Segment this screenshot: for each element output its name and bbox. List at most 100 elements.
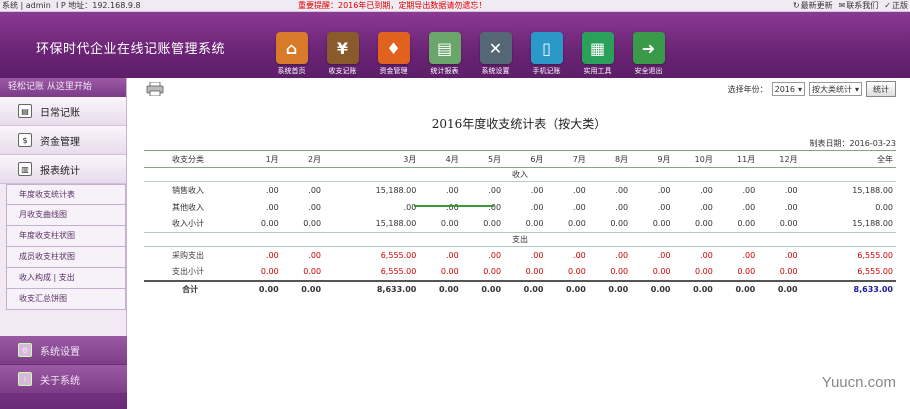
table-cell: 0.00	[546, 263, 589, 281]
table-cell: .00	[742, 250, 756, 260]
table-cell: 0.00	[504, 279, 547, 298]
table-cell: 0.00	[673, 263, 716, 281]
notebook-icon: ▤	[18, 104, 32, 118]
report-date: 制表日期：2016-03-23	[809, 139, 897, 148]
table-cell: .00	[573, 202, 586, 212]
sidebar-report-monthly-curve[interactable]: 月收支曲线图	[6, 205, 126, 226]
table-cell: .00	[700, 202, 713, 212]
table-cell: 0.00	[281, 215, 325, 233]
report-icon: ▥	[18, 162, 32, 176]
user-info: 系统 | admin I P 地址：192.168.9.8	[2, 1, 141, 10]
nav-item-4[interactable]: ✕ 系统设置	[470, 32, 521, 76]
report-toolbar: 选择年份： 2016 ▾ 按大类统计 ▾ 统计	[728, 81, 896, 97]
sidebar-report-annual[interactable]: 年度收支统计表	[6, 184, 126, 205]
table-cell: 0.00	[588, 263, 632, 281]
nav-item-5[interactable]: ▯ 手机记账	[521, 32, 572, 76]
app-header: 环保时代企业在线记账管理系统 ⌂ 系统首页 ¥ 收支记账 ♦ 资金管理 ▤ 统计报表 ✕ 系统设置…	[0, 12, 910, 78]
table-cell: 15,188.00	[324, 215, 420, 233]
column-header: 11月	[715, 150, 759, 168]
top-link-update[interactable]: ↻ 最新更新	[793, 0, 833, 12]
row-label: 采购支出	[172, 250, 204, 260]
table-cell: 0.00	[673, 279, 716, 298]
sidebar-report-annual-bar[interactable]: 年度收支柱状图	[6, 226, 126, 247]
row-label: 其他收入	[172, 202, 204, 212]
table-cell: .00	[308, 202, 322, 212]
phone-icon: ▯	[530, 32, 563, 64]
settings-icon: ⚙	[18, 343, 32, 357]
nav-item-7[interactable]: ➜ 安全退出	[623, 32, 674, 76]
group-label: 收入	[144, 167, 896, 182]
stat-button[interactable]: 统计	[866, 81, 896, 97]
calculator-icon: ▦	[581, 32, 614, 64]
table-cell: 15,188.00	[800, 215, 896, 233]
printer-icon[interactable]	[146, 82, 164, 96]
sidebar-report-statistics[interactable]: ▥ 报表统计	[0, 155, 126, 184]
sidebar-daily-accounting[interactable]: ▤ 日常记账	[0, 97, 126, 126]
sidebar-fund-management[interactable]: $ 资金管理	[0, 126, 126, 155]
column-header: 7月	[546, 150, 589, 168]
table-cell: 0.00	[673, 215, 716, 233]
watermark: Yuucn.com	[821, 374, 896, 391]
column-header: 10月	[673, 150, 716, 168]
table-cell: 15,188.00	[375, 185, 417, 195]
table-cell: 8,633.00	[800, 279, 896, 298]
table-cell: .00	[700, 250, 713, 260]
table-cell: .00	[488, 202, 502, 212]
mail-icon: ✉	[838, 1, 846, 10]
group-label: 支出	[144, 232, 896, 247]
table-cell: .00	[700, 185, 713, 195]
nav-item-1[interactable]: ¥ 收支记账	[317, 32, 368, 76]
table-cell: 0.00	[758, 215, 801, 233]
sidebar-report-pie[interactable]: 收支汇总饼图	[6, 289, 126, 310]
table-row: 销售收入 .00 .00 15,188.00 .00 .00 .00 .00 .00 .00 .00…	[144, 182, 896, 199]
table-cell: .00	[265, 185, 279, 195]
table-cell: .00	[615, 185, 629, 195]
chevron-down-icon: ▾	[797, 84, 802, 94]
table-cell: .00	[530, 250, 544, 260]
table-cell: 0.00	[461, 279, 505, 298]
top-link-license[interactable]: ✓ 正版	[884, 0, 908, 12]
table-cell: 0.00	[461, 215, 505, 233]
chart-icon: ▤	[428, 32, 461, 64]
table-cell: .00	[742, 202, 756, 212]
sidebar-header: 轻松记账 从这里开始	[0, 78, 126, 97]
table-cell: .00	[265, 250, 279, 260]
mode-select[interactable]: 按大类统计 ▾	[808, 82, 862, 96]
table-cell: 6,555.00	[800, 263, 896, 281]
main-content: 选择年份： 2016 ▾ 按大类统计 ▾ 统计 2016年度收支统计表（按大类） 制…	[128, 78, 910, 409]
sidebar-about-system[interactable]: i 关于系统	[0, 365, 127, 394]
table-cell: 0.00	[631, 263, 674, 281]
table-cell: 8,633.00	[324, 279, 420, 298]
sidebar-system-settings[interactable]: ⚙ 系统设置	[0, 336, 127, 365]
table-cell: 6,555.00	[324, 263, 420, 281]
column-header: 8月	[588, 150, 632, 168]
column-header: 2月	[281, 150, 325, 168]
year-select[interactable]: 2016 ▾	[771, 82, 805, 96]
table-row: 收入小计 0.00 0.00 15,188.00 0.00 0.00 0.00 0.00 0.0…	[144, 215, 896, 233]
nav-item-2[interactable]: ♦ 资金管理	[368, 32, 419, 76]
group-row: 支出	[144, 232, 896, 247]
column-header: 9月	[631, 150, 674, 168]
table-cell: 0.00	[239, 279, 282, 298]
table-cell: 0.00	[758, 279, 801, 298]
top-link-contact[interactable]: ✉ 联系我们	[839, 0, 879, 12]
table-cell: 0.00	[631, 279, 674, 298]
table-row: 合计 0.00 0.00 8,633.00 0.00 0.00 0.00 0.00 0.00 0.…	[144, 279, 896, 298]
table-cell: 6,555.00	[857, 250, 893, 260]
top-status-bar: 系统 | admin I P 地址：192.168.9.8 重要提醒：2016年…	[0, 0, 910, 12]
column-header: 1月	[239, 150, 282, 168]
table-cell: 0.00	[546, 215, 589, 233]
sidebar-report-composition[interactable]: 收入构成 | 支出	[6, 268, 126, 289]
table-cell: .00	[573, 185, 586, 195]
table-cell: 0.00	[239, 263, 282, 281]
sidebar-report-member-bar[interactable]: 成员收支柱状图	[6, 247, 126, 268]
nav-item-6[interactable]: ▦ 实用工具	[572, 32, 623, 76]
table-cell: 0.00	[419, 279, 462, 298]
nav-item-label: 资金管理	[379, 67, 408, 75]
column-header: 全年	[800, 150, 896, 168]
nav-item-3[interactable]: ▤ 统计报表	[419, 32, 470, 76]
notice-text: 重要提醒：2016年已到期，定期导出数据请勿遗忘！	[298, 1, 487, 10]
home-icon: ⌂	[275, 32, 308, 64]
nav-item-0[interactable]: ⌂ 系统首页	[266, 32, 317, 76]
table-cell: 0.00	[281, 263, 325, 281]
